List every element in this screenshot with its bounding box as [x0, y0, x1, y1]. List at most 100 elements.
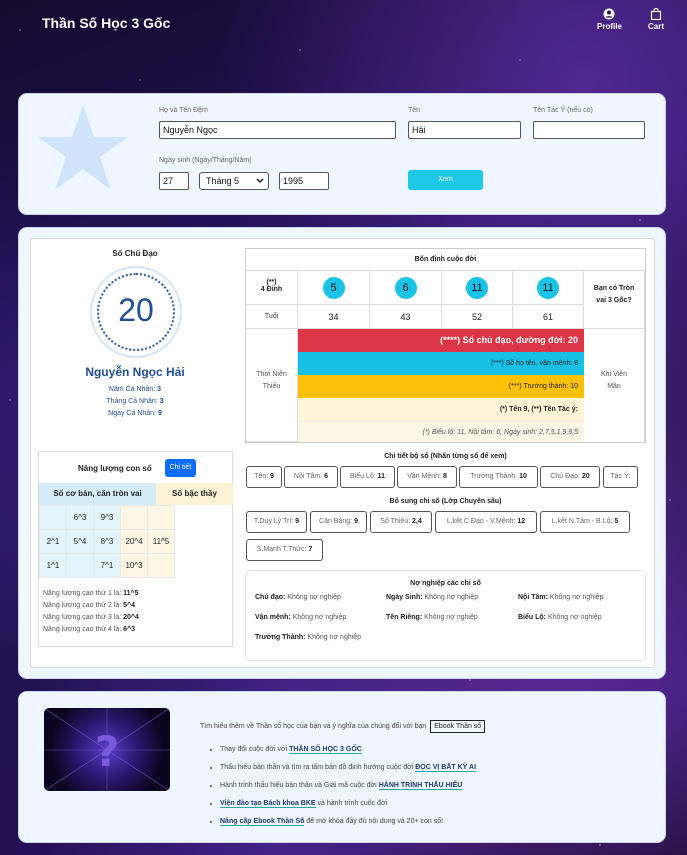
- full-name: Nguyễn Ngọc Hải: [85, 365, 185, 379]
- peaks-title: Bốn đỉnh cuộc đời: [246, 249, 645, 271]
- link-hanh-trinh[interactable]: HÀNH TRÌNH THẤU HIỂU: [378, 782, 463, 790]
- chevron-down-icon: [256, 178, 264, 184]
- three-roots-question: Bạn có Tròn vai 3 Gốc?: [584, 271, 645, 329]
- promo-item: Hành trình thấu hiểu bản thân và Giải mã…: [220, 777, 476, 795]
- profile-label: Profile: [597, 22, 622, 31]
- star-icon: [38, 105, 128, 190]
- karmic-title: Nợ nghiệp các chỉ số: [410, 580, 481, 587]
- peak-age: 52: [442, 305, 513, 329]
- grid-cell: 6^3: [66, 505, 94, 530]
- grid-cell: 20^4: [120, 529, 148, 554]
- energy-grid: 6^3 9^3 2^1 5^4 8^3 20^4 11^5 1^1 7^1 10^3: [39, 505, 175, 578]
- detail-bieu-lo[interactable]: Biểu Lộ: 11: [340, 466, 395, 488]
- bag-icon: [650, 8, 662, 20]
- debt-item: Biểu Lộ: Không nợ nghiệp: [518, 614, 602, 621]
- debt-item: Trưởng Thành: Không nợ nghiệp: [255, 634, 362, 641]
- grid-cell: [147, 553, 175, 578]
- link-than-so-hoc[interactable]: THẦN SỐ HỌC 3 GỐC: [289, 746, 362, 754]
- detail-chu-dao[interactable]: Chủ Đạo: 20: [540, 466, 600, 488]
- master-numbers-header: Số bậc thầy: [156, 483, 233, 505]
- personal-day: Ngày Cá Nhân: 9: [108, 410, 162, 417]
- detail-truong-thanh[interactable]: Trưởng Thành: 10: [459, 466, 538, 488]
- energy-box: Năng lượng con số Chi tiết Số cơ bản, că…: [38, 451, 233, 647]
- energy-level-item: Năng lượng cao thứ 1 là: 11^5: [43, 590, 139, 597]
- grid-cell: 10^3: [120, 553, 148, 578]
- basic-numbers-header: Số cơ bản, căn tròn vai: [39, 483, 156, 505]
- intent-name-input[interactable]: [533, 121, 645, 139]
- grid-cell: [66, 553, 94, 578]
- promo-item: Viện đào tạo Bách khoa BKE và hành trình…: [220, 795, 476, 813]
- profile-button[interactable]: Profile: [597, 8, 622, 31]
- link-doc-vi[interactable]: ĐỌC VỊ BẤT KỲ AI: [415, 764, 477, 772]
- energy-level-item: Năng lượng cao thứ 4 là: 6^3: [43, 626, 136, 633]
- svg-text:?: ?: [95, 727, 119, 776]
- promo-intro: Tìm hiểu thêm về Thần số học của bạn và …: [200, 720, 486, 733]
- middle-name-input[interactable]: Nguyễn Ngọc: [159, 121, 396, 139]
- extra-link-lifepath-destiny[interactable]: L.kết C.Đạo - V.Mệnh: 12: [435, 511, 537, 533]
- details-bar: (*) Biểu lộ: 11, Nội tâm: 6, Ngày sinh: …: [298, 421, 584, 442]
- peak-2[interactable]: 6: [370, 271, 442, 305]
- link-bke[interactable]: Viện đào tạo Bách khoa BKE: [220, 800, 316, 808]
- intent-name-label: Tên Tác Ý (nếu có): [533, 107, 593, 114]
- destiny-bar: (***) Số họ tên, vận mệnh: 8: [298, 352, 584, 375]
- brand-title[interactable]: Thần Số Học 3 Gốc: [42, 15, 170, 31]
- peak-age: 61: [513, 305, 584, 329]
- name-intent-bar: (*) Tên 9, (**) Tên Tác ý:: [298, 398, 584, 421]
- grid-cell: 11^5: [147, 529, 175, 554]
- detail-ten[interactable]: Tên: 9: [246, 466, 282, 488]
- view-button[interactable]: Xem: [408, 170, 483, 190]
- ebook-link[interactable]: Ebook Thần số: [430, 720, 486, 733]
- life-path-bar: (****) Số chủ đạo, đường đời: 20: [298, 329, 584, 352]
- energy-title: Năng lượng con số: [78, 464, 152, 473]
- personal-year: Năm Cá Nhân: 3: [108, 386, 162, 393]
- personal-month: Tháng Cá Nhân: 3: [106, 398, 164, 405]
- grid-cell: [120, 505, 148, 530]
- extra-subconscious[interactable]: S.Mạnh T.Thức: 7: [246, 539, 323, 561]
- question-mark-icon: ?: [44, 708, 170, 791]
- energy-level-item: Năng lượng cao thứ 2 là: 5^4: [43, 602, 136, 609]
- month-select[interactable]: Tháng 5: [199, 172, 269, 190]
- peak-age: 43: [370, 305, 442, 329]
- cart-button[interactable]: Cart: [648, 8, 664, 31]
- grid-cell: [39, 505, 67, 530]
- fullname-label: Họ và Tên Đệm: [159, 107, 208, 114]
- age-label: Tuổi: [246, 305, 298, 329]
- promo-item: Nâng cấp Ebook Thần Số để mở khóa đầy đủ…: [220, 813, 476, 831]
- year-input[interactable]: 1995: [279, 172, 329, 190]
- grid-cell: 1^1: [39, 553, 67, 578]
- debt-item: Chủ đạo: Không nợ nghiệp: [255, 594, 341, 601]
- detail-van-menh[interactable]: Vận Mệnh: 8: [397, 466, 457, 488]
- peak-4[interactable]: 11: [513, 271, 584, 305]
- grid-cell: 7^1: [93, 553, 121, 578]
- life-path-ring: 20: [92, 268, 180, 356]
- extra-balance[interactable]: Cân Bằng: 9: [310, 511, 367, 533]
- link-upgrade[interactable]: Nâng cấp Ebook Thần Số: [220, 818, 305, 826]
- birthdate-label: Ngày sinh (Ngày/Tháng/Năm): [159, 157, 252, 164]
- detail-tac-y[interactable]: Tác Ý:: [603, 466, 638, 488]
- details-button[interactable]: Chi tiết: [165, 459, 196, 477]
- grid-cell: 9^3: [93, 505, 121, 530]
- life-path-number: 20: [118, 292, 154, 328]
- peak-1[interactable]: 5: [298, 271, 370, 305]
- debt-item: Tên Riêng: Không nợ nghiệp: [386, 614, 478, 621]
- extra-link-soul-expression[interactable]: L.kết N.Tâm - B.Lộ: 5: [540, 511, 630, 533]
- life-peaks-table: Bốn đỉnh cuộc đời (**) 4 Đỉnh 5 6 11 11 B…: [245, 248, 646, 443]
- detail-noi-tam[interactable]: Nội Tâm: 6: [284, 466, 338, 488]
- energy-level-item: Năng lượng cao thứ 3 là: 20^4: [43, 614, 139, 621]
- promo-intro-text: Tìm hiểu thêm về Thần số học của bạn và …: [200, 723, 427, 730]
- extra-missing[interactable]: Số Thiếu: 2,4: [370, 511, 432, 533]
- debt-item: Vận mệnh: Không nợ nghiệp: [255, 614, 347, 621]
- grid-cell: 2^1: [39, 529, 67, 554]
- energy-levels: Năng lượng cao thứ 1 là: 11^5 Năng lượng…: [43, 588, 139, 636]
- personal-numbers: Năm Cá Nhân: 3 Tháng Cá Nhân: 3 Ngày Cá …: [40, 384, 230, 420]
- peak-3[interactable]: 11: [442, 271, 513, 305]
- peaks-row-label: (**) 4 Đỉnh: [246, 271, 298, 305]
- grid-cell: [147, 505, 175, 530]
- fulfilment-label: Khi Viên Mãn: [584, 329, 645, 442]
- first-name-input[interactable]: Hải: [408, 121, 521, 139]
- karmic-debt-box: Nợ nghiệp các chỉ số Chủ đạo: Không nợ n…: [245, 570, 646, 661]
- extra-logic[interactable]: T.Duy Lý Trí: 9: [246, 511, 307, 533]
- detail-title: Chi tiết bộ số (Nhấn từng số để xem): [384, 453, 507, 460]
- month-select-value: Tháng 5: [206, 176, 240, 186]
- day-input[interactable]: 27: [159, 172, 189, 190]
